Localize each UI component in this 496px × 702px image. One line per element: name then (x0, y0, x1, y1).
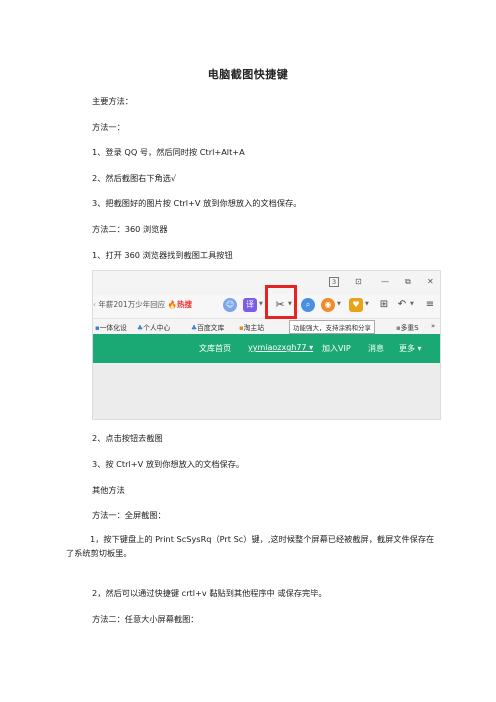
nav-messages[interactable]: 消息 (368, 343, 384, 354)
text-line: 1、登录 QQ 号，然后同时按 Ctrl+Alt+A (92, 147, 245, 157)
grid-icon[interactable]: ⊞ (377, 298, 391, 312)
document-title: 电脑截图快捷键 (207, 68, 289, 81)
address-bar[interactable]: ‹ 年薪201万少年回应 🔥热搜 (93, 299, 192, 310)
tab-count-icon[interactable]: 3 (329, 277, 340, 287)
site-nav-bar: 文库首页 yymiaozxgh77 ▾ 加入VIP 消息 更多 ▾ (93, 334, 440, 363)
browser-screenshot: 3 ⊡ — ⧉ ✕ ‹ 年薪201万少年回应 🔥热搜 ☺ 译 ▼ ✂ ▼ ⌕ ◉… (92, 270, 441, 420)
bookmark-item[interactable]: ♣百度文库 (191, 322, 224, 332)
skin-icon[interactable]: ⊡ (355, 277, 362, 286)
chevron-down-icon[interactable]: ▼ (259, 301, 263, 307)
game-icon[interactable]: ◉ (321, 298, 335, 312)
text-line: 方法二：任意大小屏幕截图： (92, 614, 199, 624)
bookmark-item[interactable]: ▪淘主站 (239, 322, 264, 332)
text-line: 3、按 Ctrl+V 放到你想放入的文档保存。 (92, 459, 245, 469)
text-line: 1、打开 360 浏览器找到截图工具按钮 (92, 250, 233, 260)
text-line: 主要方法： (92, 96, 133, 106)
nav-user[interactable]: yymiaozxgh77 ▾ (248, 343, 313, 352)
text-line: 2，然后可以通过快捷键 crtl+v 黏贴到其他程序中 或保存完毕。 (92, 588, 327, 598)
text-paragraph: 1，按下键盘上的 Print ScSysRq（Prt Sc）键，,这时候整个屏幕… (66, 534, 435, 558)
restore-icon[interactable]: ⧉ (405, 277, 411, 287)
page-content-area (93, 363, 440, 419)
search-icon[interactable]: ⌕ (301, 298, 315, 312)
address-text: 年薪201万少年回应 (98, 300, 166, 309)
shield-icon[interactable]: ♥ (349, 298, 363, 312)
tooltip: 功能强大，支持涂鸦和分享 (289, 320, 375, 334)
bookmark-more-icon[interactable]: » (431, 322, 435, 330)
text-line: 2、点击按钮去截图 (92, 433, 163, 443)
hot-search-label[interactable]: 🔥热搜 (168, 300, 192, 309)
nav-home[interactable]: 文库首页 (199, 343, 231, 354)
bookmark-item[interactable]: ▪一体化设 (95, 322, 127, 332)
chevron-down-icon[interactable]: ▼ (337, 301, 341, 307)
text-line: 方法一：全屏截图： (92, 510, 166, 520)
bookmark-item[interactable]: ♣个人中心 (137, 322, 170, 332)
bookmark-item[interactable]: ▪多重S (396, 322, 419, 332)
chevron-down-icon[interactable]: ▼ (410, 301, 414, 307)
text-line: 方法一： (92, 122, 125, 132)
chevron-down-icon[interactable]: ▼ (365, 301, 369, 307)
close-icon[interactable]: ✕ (427, 277, 434, 286)
text-line: 其他方法 (92, 485, 125, 495)
text-line: 方法二：360 浏览器 (92, 224, 168, 234)
screenshot-tool-highlight (265, 285, 297, 319)
text-line: 2、然后截图右下角选√ (92, 173, 177, 183)
nav-vip[interactable]: 加入VIP (322, 343, 351, 354)
undo-icon[interactable]: ↶ (395, 298, 409, 312)
bookmark-bar: ▪一体化设 ♣个人中心 ♣百度文库 ▪淘主站 ▪多重S » (93, 318, 440, 335)
smile-icon[interactable]: ☺ (223, 298, 237, 312)
nav-more[interactable]: 更多 ▾ (399, 343, 422, 354)
menu-icon[interactable]: ≡ (423, 298, 437, 312)
translate-icon[interactable]: 译 (243, 298, 257, 312)
minimize-icon[interactable]: — (381, 277, 389, 286)
text-line: 3、把截图好的图片按 Ctrl+V 放到你想放入的文档保存。 (92, 198, 302, 208)
